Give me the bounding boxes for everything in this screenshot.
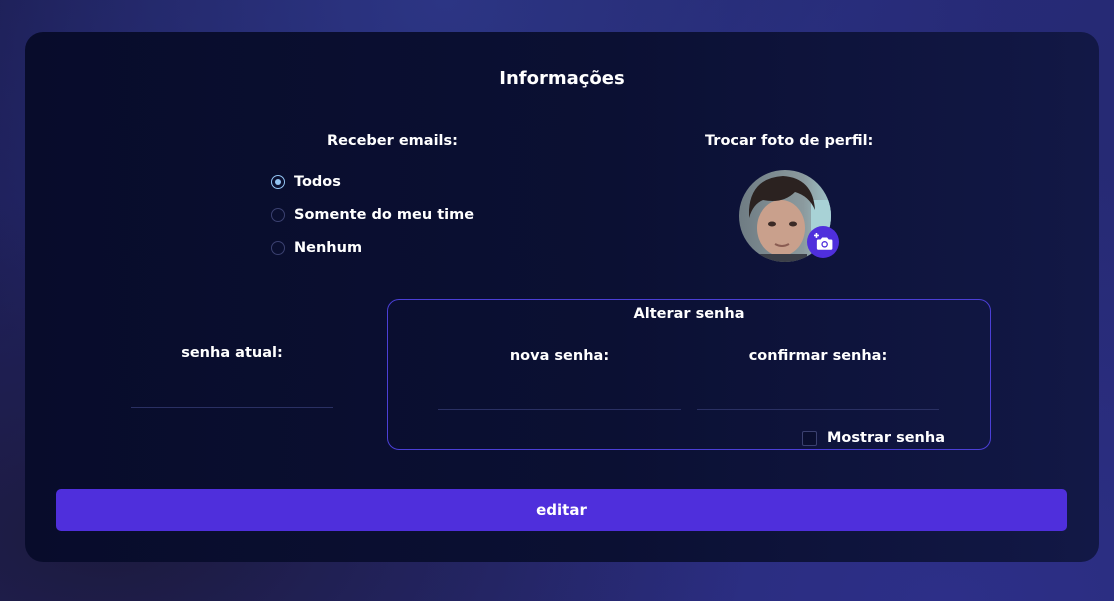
radio-label: Todos (294, 174, 341, 190)
radio-button-checked[interactable] (271, 175, 285, 189)
new-password-label: nova senha: (509, 348, 610, 364)
new-password-input[interactable] (438, 387, 681, 410)
change-password-title: Alterar senha (633, 306, 745, 322)
radio-label: Somente do meu time (294, 207, 475, 223)
radio-button[interactable] (271, 208, 285, 222)
radio-button[interactable] (271, 241, 285, 255)
page-title: Informações (499, 68, 625, 89)
current-password-input[interactable] (131, 385, 333, 408)
radio-option-todos[interactable]: Todos (271, 174, 341, 190)
edit-button[interactable]: editar (56, 489, 1067, 531)
change-photo-button[interactable] (807, 226, 839, 258)
emails-label: Receber emails: (327, 133, 458, 149)
show-password-toggle[interactable]: Mostrar senha (802, 430, 945, 446)
confirm-password-label: confirmar senha: (748, 348, 888, 364)
show-password-label: Mostrar senha (827, 430, 945, 446)
show-password-checkbox[interactable] (802, 430, 817, 446)
radio-option-nenhum[interactable]: Nenhum (271, 240, 362, 256)
current-password-label: senha atual: (181, 345, 283, 361)
radio-option-somente-do-meu-time[interactable]: Somente do meu time (271, 207, 474, 223)
add-a-photo-icon (814, 233, 833, 250)
radio-label: Nenhum (294, 240, 363, 256)
profile-photo-label: Trocar foto de perfil: (705, 133, 874, 149)
settings-card: Informações Receber emails: Todos Soment… (25, 32, 1099, 562)
confirm-password-input[interactable] (697, 387, 939, 410)
